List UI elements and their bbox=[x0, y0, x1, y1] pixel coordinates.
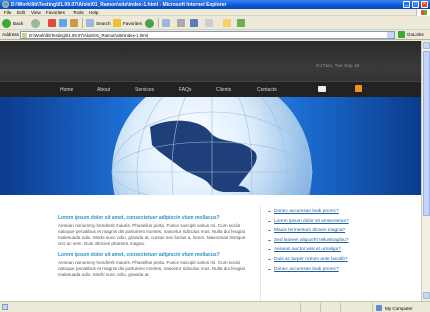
scroll-up-icon[interactable] bbox=[423, 42, 430, 49]
back-label: Back bbox=[13, 20, 24, 26]
address-bar: Address D:\Work\lib\Testing\01.09.07\Alo… bbox=[0, 30, 430, 40]
search-button[interactable]: Search bbox=[86, 18, 111, 28]
close-button[interactable]: × bbox=[421, 1, 428, 8]
article-title[interactable]: Lorem ipsum dolor sit amet, consectetuer… bbox=[58, 215, 248, 221]
window-title: D:\Work\lib\Testing\01.09.07\Alois\01_Ra… bbox=[11, 2, 227, 8]
sidebar-link[interactable]: Donec accumsan leab prcrec? bbox=[268, 267, 349, 272]
site-datetime: 9:17am, Tue Sep 18 bbox=[316, 64, 360, 69]
ie-logo-icon bbox=[2, 1, 9, 8]
menu-view[interactable]: View bbox=[31, 10, 41, 15]
refresh-button[interactable] bbox=[59, 18, 67, 28]
folder-icon bbox=[223, 19, 231, 27]
sidebar-link[interactable]: Lorem ipsum dolor sit amsectetue? bbox=[268, 219, 349, 224]
discuss-icon bbox=[205, 19, 213, 27]
sidebar-link[interactable]: Aenean auctor wisi et urnaligu? bbox=[268, 247, 349, 252]
page-icon bbox=[22, 33, 27, 38]
computer-icon bbox=[376, 305, 382, 311]
zone-label: My Computer bbox=[385, 305, 413, 311]
menu-favorites[interactable]: Favorites bbox=[46, 10, 65, 15]
edit-icon bbox=[190, 19, 198, 27]
print-button[interactable] bbox=[177, 18, 185, 28]
favorites-star-icon bbox=[113, 19, 121, 27]
print-icon bbox=[177, 19, 185, 27]
back-arrow-icon bbox=[2, 18, 11, 28]
page-viewport: 9:17am, Tue Sep 18 Home About Services F… bbox=[0, 41, 421, 301]
nav-contacts[interactable]: Contacts bbox=[257, 87, 277, 93]
folder-button[interactable] bbox=[223, 18, 231, 28]
globe-image bbox=[111, 97, 313, 195]
rss-icon[interactable] bbox=[355, 85, 362, 92]
sidebar-link[interactable]: Donec accumsan leab prcrec? bbox=[268, 209, 349, 214]
maximize-button[interactable]: □ bbox=[412, 1, 419, 8]
window-title-bar: D:\Work\lib\Testing\01.09.07\Alois\01_Ra… bbox=[0, 0, 430, 9]
nav-services[interactable]: Services bbox=[135, 87, 154, 93]
messenger-button[interactable] bbox=[237, 18, 245, 28]
back-button[interactable]: Back bbox=[2, 18, 23, 28]
stop-icon bbox=[48, 19, 56, 27]
article-body: Aenean nonummy hendrerit mauris. Phasell… bbox=[58, 223, 246, 246]
home-icon bbox=[70, 19, 78, 27]
home-button[interactable] bbox=[70, 18, 78, 28]
site-header: 9:17am, Tue Sep 18 Home About Services F… bbox=[0, 41, 421, 97]
mail-icon bbox=[162, 19, 170, 27]
hero-globe-banner bbox=[0, 97, 421, 195]
vertical-scrollbar[interactable] bbox=[421, 41, 430, 301]
toolbar: Back Search Favorites bbox=[0, 16, 430, 30]
status-bar: My Computer bbox=[0, 301, 430, 312]
sidebar-links: Donec accumsan leab prcrec? Lorem ipsum … bbox=[260, 205, 370, 301]
sidebar-link[interactable]: Sed laoreet aliquaTit tellusloapibu? bbox=[268, 238, 349, 243]
nav-clients[interactable]: Clients bbox=[216, 87, 231, 93]
go-arrow-icon bbox=[398, 31, 405, 38]
forward-arrow-icon bbox=[31, 18, 40, 28]
mail-button[interactable] bbox=[162, 18, 170, 28]
nav-home[interactable]: Home bbox=[60, 87, 73, 93]
refresh-icon bbox=[59, 19, 67, 27]
address-url: D:\Work\lib\Testing\01.09.07\Alois\01_Ra… bbox=[29, 33, 148, 38]
stop-button[interactable] bbox=[48, 18, 56, 28]
mail-icon[interactable] bbox=[318, 86, 326, 92]
menu-edit[interactable]: Edit bbox=[17, 10, 25, 15]
security-zone: My Computer bbox=[376, 305, 413, 311]
address-dropdown-icon[interactable] bbox=[387, 32, 394, 38]
menu-help[interactable]: Help bbox=[89, 10, 98, 15]
search-label: Search bbox=[96, 20, 111, 26]
history-icon bbox=[145, 18, 154, 28]
go-button[interactable]: Go bbox=[398, 31, 413, 38]
menu-file[interactable]: File bbox=[4, 10, 11, 15]
articles-column: Lorem ipsum dolor sit amet, consectetuer… bbox=[58, 215, 248, 283]
favorites-label: Favorites bbox=[123, 20, 142, 26]
favorites-button[interactable]: Favorites bbox=[113, 18, 142, 28]
scroll-down-icon[interactable] bbox=[423, 292, 430, 299]
address-label: Address bbox=[2, 32, 19, 37]
history-button[interactable] bbox=[145, 18, 154, 28]
edit-button[interactable] bbox=[190, 18, 198, 28]
discuss-button[interactable] bbox=[205, 18, 213, 28]
scroll-thumb[interactable] bbox=[423, 51, 430, 216]
messenger-icon bbox=[237, 19, 245, 27]
page-done-icon bbox=[2, 304, 8, 310]
windows-logo-icon bbox=[416, 9, 430, 16]
minimize-button[interactable]: _ bbox=[403, 1, 410, 8]
sidebar-link[interactable]: Duis ac turper rutrum ante lacotib? bbox=[268, 257, 349, 262]
main-content: Lorem ipsum dolor sit amet, consectetuer… bbox=[0, 195, 421, 301]
sidebar-link[interactable]: Mauis fermentum dictum magna? bbox=[268, 228, 349, 233]
article: Lorem ipsum dolor sit amet, consectetuer… bbox=[58, 252, 248, 278]
forward-button[interactable] bbox=[31, 18, 40, 28]
article: Lorem ipsum dolor sit amet, consectetuer… bbox=[58, 215, 248, 247]
nav-about[interactable]: About bbox=[97, 87, 110, 93]
article-body: Aenean nonummy hendrerit mauris. Phasell… bbox=[58, 260, 245, 277]
search-icon bbox=[86, 19, 94, 27]
menu-tools[interactable]: Tools bbox=[73, 10, 84, 15]
site-nav: Home About Services FAQs Clients Contact… bbox=[0, 81, 421, 97]
nav-faqs[interactable]: FAQs bbox=[179, 87, 192, 93]
links-button[interactable]: Links bbox=[413, 32, 424, 37]
menu-bar: File Edit View Favorites Tools Help bbox=[0, 9, 430, 16]
article-title[interactable]: Lorem ipsum dolor sit amet, consectetuer… bbox=[58, 252, 248, 258]
address-input[interactable]: D:\Work\lib\Testing\01.09.07\Alois\01_Ra… bbox=[20, 31, 395, 39]
